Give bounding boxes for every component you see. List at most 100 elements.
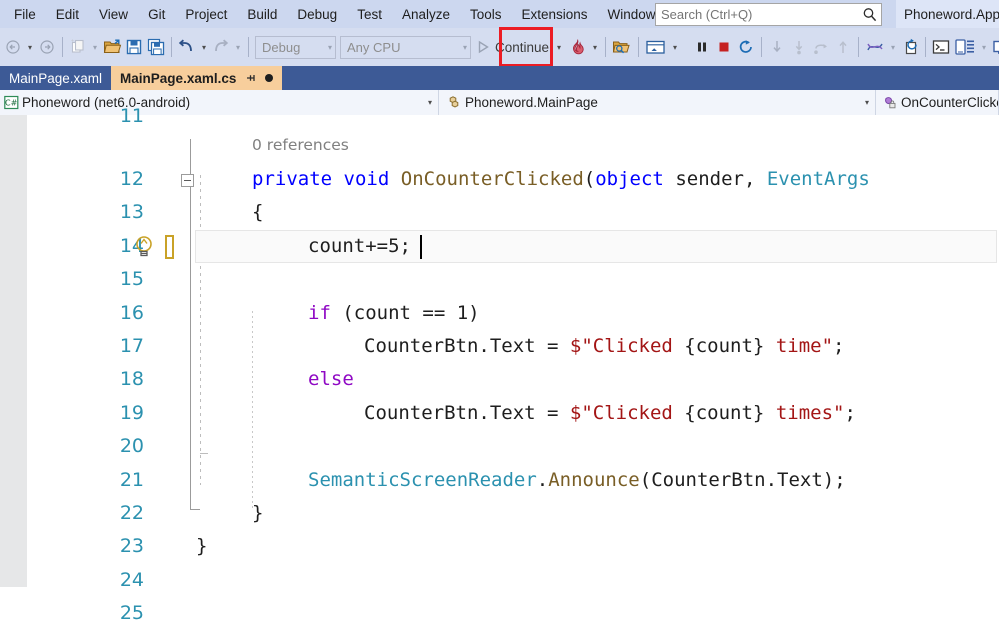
redo-icon[interactable] bbox=[210, 35, 232, 59]
code-line-row[interactable]: 19 CounterBtn.Text = $"Clicked {count} t… bbox=[0, 397, 999, 430]
code-text[interactable]: if (count == 1) bbox=[308, 297, 480, 330]
code-line-row[interactable]: 17 CounterBtn.Text = $"Clicked {count} t… bbox=[0, 330, 999, 363]
navbar-project-label: Phoneword (net6.0-android) bbox=[22, 95, 191, 110]
menu-extensions[interactable]: Extensions bbox=[513, 3, 597, 26]
pin-icon[interactable] bbox=[245, 72, 257, 84]
codelens-row[interactable]: 0 references bbox=[0, 135, 999, 163]
stop-debugging-icon[interactable] bbox=[713, 35, 735, 59]
code-text[interactable]: } bbox=[196, 530, 207, 563]
threads-dropdown[interactable]: ▾ bbox=[887, 35, 899, 59]
configuration-value: Debug bbox=[262, 39, 301, 55]
device-dropdown[interactable]: ▾ bbox=[978, 35, 990, 59]
menu-view[interactable]: View bbox=[90, 3, 137, 26]
threads-icon[interactable] bbox=[863, 35, 887, 59]
navigate-forward-button[interactable] bbox=[36, 35, 58, 59]
step-out-icon[interactable] bbox=[810, 35, 832, 59]
restart-icon[interactable] bbox=[735, 35, 757, 59]
code-line-row[interactable]: 21 SemanticScreenReader.Announce(Counter… bbox=[0, 464, 999, 497]
code-text[interactable]: count+=5; bbox=[308, 230, 411, 263]
code-lines[interactable]: 11 0 references 12 private void OnCounte… bbox=[0, 107, 999, 624]
open-file-icon[interactable] bbox=[101, 35, 123, 59]
code-line-row[interactable]: 15 bbox=[0, 263, 999, 296]
navbar-project-selector[interactable]: C# Phoneword (net6.0-android) ▾ bbox=[0, 90, 439, 115]
tab-label: MainPage.xaml.cs bbox=[120, 70, 237, 86]
code-line-row[interactable]: 18 else bbox=[0, 363, 999, 396]
codelens-references[interactable]: 0 references bbox=[252, 133, 349, 166]
document-tab-strip: MainPage.xaml MainPage.xaml.cs bbox=[0, 66, 999, 90]
code-text[interactable]: SemanticScreenReader.Announce(CounterBtn… bbox=[308, 464, 846, 497]
navigate-backward-dropdown[interactable]: ▾ bbox=[24, 35, 36, 59]
method-announce: Announce bbox=[548, 468, 640, 491]
platform-selector[interactable]: Any CPU ▾ bbox=[340, 35, 471, 59]
step-into-icon[interactable] bbox=[766, 35, 788, 59]
lightbulb-suggestion-icon[interactable] bbox=[132, 230, 194, 263]
save-all-icon[interactable] bbox=[145, 35, 167, 59]
navbar-member-selector[interactable]: OnCounterClicked(object sender, EventArg… bbox=[876, 90, 999, 115]
collapse-outlining-button[interactable] bbox=[181, 174, 194, 187]
live-visual-tree-icon[interactable] bbox=[610, 35, 634, 59]
continue-button[interactable]: Continue bbox=[473, 39, 553, 55]
menu-analyze[interactable]: Analyze bbox=[393, 3, 459, 26]
new-project-dropdown[interactable]: ▾ bbox=[89, 35, 101, 59]
line-number: 13 bbox=[119, 201, 144, 224]
line-number: 12 bbox=[119, 168, 144, 190]
navbar-class-selector[interactable]: Phoneword.MainPage ▾ bbox=[439, 90, 876, 115]
code-line-row-current[interactable]: 14 count+=5; bbox=[0, 229, 999, 264]
tab-mainpage-xaml-cs[interactable]: MainPage.xaml.cs bbox=[111, 66, 283, 90]
code-line-row[interactable]: 24 bbox=[0, 564, 999, 597]
device-selector-icon[interactable] bbox=[952, 35, 978, 59]
unsaved-indicator-icon[interactable] bbox=[265, 74, 274, 82]
undo-dropdown[interactable]: ▾ bbox=[198, 35, 210, 59]
code-line-row[interactable]: 22 } bbox=[0, 497, 999, 530]
code-text[interactable]: private void OnCounterClicked(object sen… bbox=[252, 163, 870, 196]
code-text[interactable]: CounterBtn.Text = $"Clicked {count} time… bbox=[364, 330, 844, 363]
code-text[interactable]: { bbox=[252, 196, 263, 229]
console-icon[interactable] bbox=[930, 35, 952, 59]
monitor-icon[interactable] bbox=[990, 35, 999, 59]
show-next-statement-icon[interactable] bbox=[832, 35, 854, 59]
code-line-row[interactable]: 25 bbox=[0, 597, 999, 630]
code-line-row[interactable]: 16 if (count == 1) bbox=[0, 297, 999, 330]
live-preview-icon[interactable] bbox=[643, 35, 669, 59]
code-line-row[interactable]: 20 bbox=[0, 430, 999, 463]
menu-edit[interactable]: Edit bbox=[47, 3, 88, 26]
code-line-row[interactable]: 12 private void OnCounterClicked(object … bbox=[0, 163, 999, 196]
code-line-row[interactable]: 23 } bbox=[0, 530, 999, 563]
code-text[interactable]: } bbox=[252, 497, 263, 530]
save-icon[interactable] bbox=[123, 35, 145, 59]
menu-file[interactable]: File bbox=[5, 3, 45, 26]
line-number: 22 bbox=[119, 501, 144, 524]
toolbar-separator bbox=[62, 37, 63, 57]
line-number: 20 bbox=[119, 435, 144, 458]
configuration-selector[interactable]: Debug ▾ bbox=[255, 35, 336, 59]
process-icon[interactable] bbox=[899, 35, 921, 59]
hot-reload-dropdown[interactable]: ▾ bbox=[589, 35, 601, 59]
undo-icon[interactable] bbox=[176, 35, 198, 59]
tab-mainpage-xaml[interactable]: MainPage.xaml bbox=[0, 66, 112, 90]
search-input[interactable] bbox=[656, 5, 861, 24]
menu-test[interactable]: Test bbox=[348, 3, 391, 26]
break-all-icon[interactable] bbox=[691, 35, 713, 59]
live-preview-dropdown[interactable]: ▾ bbox=[669, 35, 681, 59]
keyword-object: object bbox=[595, 168, 664, 190]
code-line-row[interactable]: 13 { bbox=[0, 196, 999, 229]
code-editor[interactable]: 11 0 references 12 private void OnCounte… bbox=[0, 107, 999, 624]
string-literal: $"Clicked bbox=[569, 334, 685, 357]
menu-debug[interactable]: Debug bbox=[288, 3, 346, 26]
standard-toolbar: ▾ ▾ ▾ ▾ Debug ▾ Any CPU ▾ Continue ▾ ▾ ▾… bbox=[0, 28, 999, 66]
step-over-icon[interactable] bbox=[788, 35, 810, 59]
code-text[interactable]: else bbox=[308, 363, 354, 396]
continue-dropdown[interactable]: ▾ bbox=[553, 35, 565, 59]
menu-git[interactable]: Git bbox=[139, 3, 174, 26]
search-box[interactable] bbox=[655, 3, 882, 26]
redo-dropdown[interactable]: ▾ bbox=[232, 35, 244, 59]
menu-tools[interactable]: Tools bbox=[461, 3, 511, 26]
line-number: 19 bbox=[119, 401, 144, 424]
navigate-backward-button[interactable] bbox=[2, 35, 24, 59]
new-project-icon[interactable] bbox=[67, 35, 89, 59]
code-text[interactable]: CounterBtn.Text = $"Clicked {count} time… bbox=[364, 397, 856, 430]
menu-build[interactable]: Build bbox=[238, 3, 286, 26]
hot-reload-icon[interactable] bbox=[565, 35, 589, 59]
code-line-row[interactable]: 11 bbox=[0, 107, 999, 135]
menu-project[interactable]: Project bbox=[176, 3, 236, 26]
